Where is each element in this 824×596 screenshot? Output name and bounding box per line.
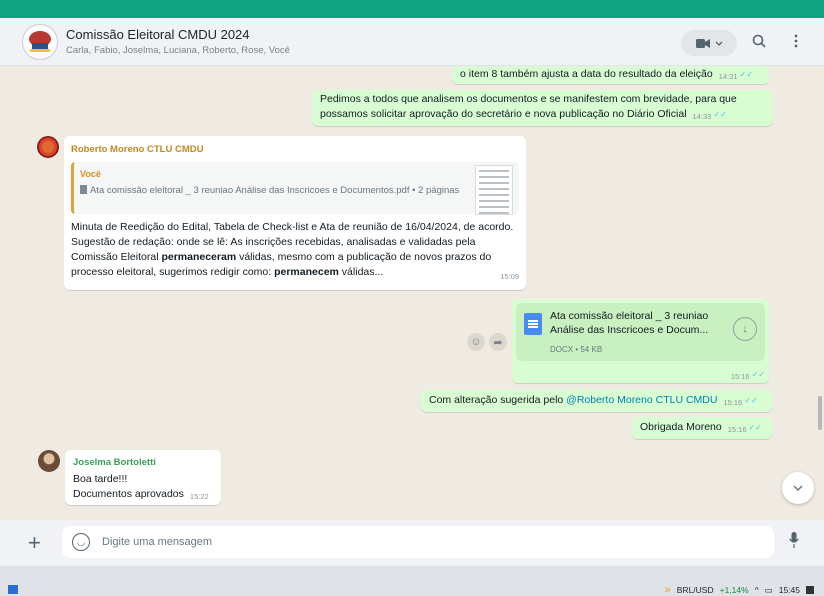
message-text: Obrigada Moreno [640, 421, 722, 433]
message-incoming[interactable]: Roberto Moreno CTLU CMDU Você Ata comiss… [64, 136, 526, 290]
chevron-down-icon [793, 485, 803, 491]
message-text: Documentos aprovados [73, 488, 184, 500]
pdf-thumbnail [475, 165, 513, 215]
message-outgoing[interactable]: o item 8 também ajusta a data do resulta… [452, 66, 769, 84]
scroll-to-bottom-button[interactable] [782, 472, 814, 504]
react-emoji-button[interactable]: ☺ [467, 333, 485, 351]
read-receipt-icon: ✓✓ [748, 423, 762, 432]
message-time: 15:16 [723, 398, 743, 407]
chevron-up-icon[interactable]: ^ [755, 585, 759, 595]
docx-file-icon [524, 313, 542, 335]
composer-bar: + ◡ [0, 520, 824, 566]
app-top-bar [0, 0, 824, 18]
sender-avatar[interactable] [37, 136, 59, 158]
search-icon[interactable] [752, 34, 766, 48]
attach-plus-icon[interactable]: + [28, 530, 41, 556]
video-camera-icon [695, 38, 710, 48]
sender-name: Roberto Moreno CTLU CMDU [71, 144, 204, 155]
sender-avatar[interactable] [38, 450, 60, 472]
read-receipt-icon: ✓✓ [744, 396, 758, 405]
message-time: 15:16 [730, 372, 750, 381]
notification-icon[interactable] [806, 586, 814, 594]
read-receipt-icon: ✓✓ [713, 110, 727, 119]
read-receipt-icon: ✓✓ [739, 70, 753, 79]
microphone-icon[interactable] [789, 532, 799, 548]
document-card[interactable]: Ata comissão eleitoral _ 3 reuniao Análi… [516, 303, 765, 361]
sender-name: Joselma Bortoletti [73, 457, 156, 468]
quote-author: Você [80, 169, 101, 179]
chat-title: Comissão Eleitoral CMDU 2024 [66, 27, 250, 42]
message-list[interactable]: o item 8 também ajusta a data do resulta… [0, 66, 824, 520]
system-tray: » BRL/USD +1,14% ^ ▭ 15:45 [665, 584, 814, 596]
ticker-change: +1,14% [719, 585, 749, 595]
message-input[interactable] [102, 536, 702, 548]
message-outgoing-document[interactable]: Ata comissão eleitoral _ 3 reuniao Análi… [512, 299, 769, 383]
quote-text: Ata comissão eleitoral _ 3 reuniao Análi… [90, 185, 460, 196]
message-text: Com alteração sugerida pelo [429, 394, 567, 406]
clock: 15:45 [778, 585, 800, 595]
group-logo-icon [29, 30, 51, 52]
chat-header[interactable]: Comissão Eleitoral CMDU 2024 Carla, Fabi… [0, 18, 824, 66]
chat-icon[interactable]: ▭ [765, 585, 773, 596]
ticker-symbol: BRL/USD [676, 585, 714, 595]
document-title: Ata comissão eleitoral _ 3 reuniao Análi… [550, 310, 709, 336]
message-outgoing[interactable]: Obrigada Moreno 15:16 ✓✓ [632, 417, 772, 439]
message-text: o item 8 também ajusta a data do resulta… [460, 68, 713, 80]
composer-input-box[interactable]: ◡ [62, 526, 774, 558]
start-icon[interactable] [8, 585, 18, 594]
message-incoming[interactable]: Joselma Bortoletti Boa tarde!!! Document… [65, 450, 221, 505]
message-time: 15:22 [189, 492, 209, 501]
message-outgoing[interactable]: Com alteração sugerida pelo @Roberto Mor… [421, 390, 772, 412]
read-receipt-icon: ✓✓ [751, 370, 765, 379]
message-text: Pedimos a todos que analisem os document… [320, 93, 737, 120]
chat-participants: Carla, Fabio, Joselma, Luciana, Roberto,… [66, 45, 290, 56]
message-time: 14:31 [718, 72, 738, 81]
emoji-icon[interactable]: ◡ [72, 533, 90, 551]
video-call-button[interactable] [681, 30, 737, 56]
quoted-message[interactable]: Você Ata comissão eleitoral _ 3 reuniao … [71, 162, 519, 215]
kebab-menu-icon[interactable] [794, 34, 798, 48]
download-icon[interactable]: ↓ [733, 317, 757, 341]
group-avatar[interactable] [22, 23, 58, 60]
market-arrows-icon: » [664, 584, 671, 596]
message-time: 14:33 [692, 112, 712, 121]
chevron-down-icon [715, 41, 722, 46]
message-time: 15:16 [727, 425, 747, 434]
message-outgoing[interactable]: Pedimos a todos que analisem os document… [312, 90, 773, 126]
forward-button[interactable]: ➦ [489, 333, 507, 351]
scrollbar[interactable] [818, 396, 822, 430]
message-text: Boa tarde!!! [73, 473, 128, 485]
message-text: Minuta de Reedição do Edital, Tabela de … [71, 220, 519, 281]
mention-link[interactable]: @Roberto Moreno CTLU CMDU [566, 394, 717, 406]
message-time: 15:09 [500, 272, 519, 281]
document-meta: DOCX • 54 KB [550, 345, 603, 354]
pdf-icon [80, 185, 87, 194]
